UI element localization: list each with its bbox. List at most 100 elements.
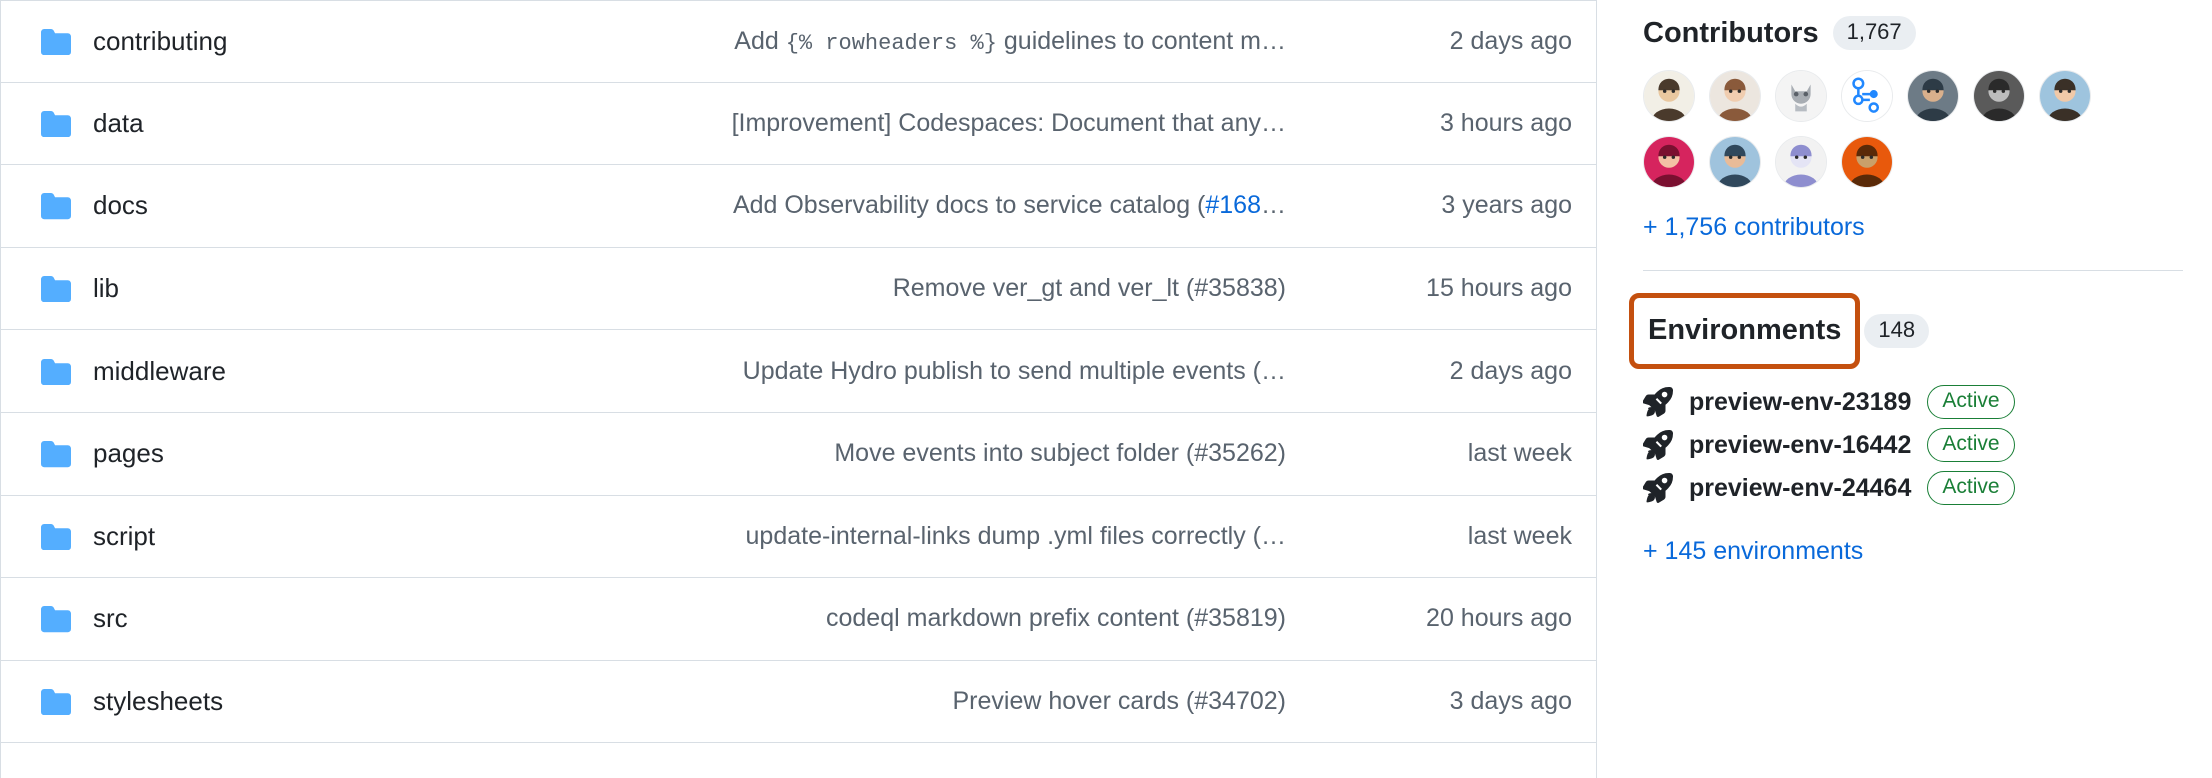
environment-name-link[interactable]: preview-env-24464 [1689, 474, 1911, 503]
file-row[interactable]: src codeql markdown prefix content (#3581… [1, 578, 1596, 661]
commit-message-link[interactable]: Update Hydro publish to send multiple ev… [743, 356, 1286, 387]
commit-time: 3 days ago [1449, 687, 1572, 716]
file-row[interactable]: docs Add Observability docs to service ca… [1, 165, 1596, 248]
file-name-cell: src [1, 603, 461, 634]
contributor-avatar-grid [1643, 70, 2093, 189]
file-name-cell: middleware [1, 356, 461, 387]
file-name-link[interactable]: script [93, 521, 155, 552]
commit-message-code: {% rowheaders %} [785, 30, 997, 56]
file-name-link[interactable]: docs [93, 190, 148, 221]
file-name-cell: docs [1, 190, 461, 221]
contributor-avatar[interactable] [1709, 70, 1761, 123]
file-row[interactable]: middleware Update Hydro publish to send m… [1, 330, 1596, 413]
folder-icon [41, 110, 71, 138]
file-name-link[interactable]: data [93, 108, 144, 139]
contributors-title[interactable]: Contributors [1643, 17, 1819, 50]
commit-message-cell: Preview hover cards (#34702) [461, 686, 1322, 717]
file-row[interactable]: data [Improvement] Codespaces: Document t… [1, 82, 1596, 166]
commit-message-cell: Update Hydro publish to send multiple ev… [461, 356, 1322, 387]
environments-count-badge: 148 [1864, 313, 1930, 349]
file-name-cell: lib [1, 273, 461, 304]
folder-icon [41, 28, 71, 56]
environment-row[interactable]: preview-env-24464 Active [1642, 467, 2212, 510]
commit-message-link[interactable]: [Improvement] Codespaces: Document that … [732, 108, 1286, 139]
environments-title[interactable]: Environments [1648, 314, 1841, 347]
folder-icon [41, 193, 71, 220]
environment-name-link[interactable]: preview-env-23189 [1689, 388, 1911, 417]
contributor-avatar[interactable] [1907, 70, 1959, 123]
commit-message-cell: Add {% rowheaders %} guidelines to conte… [461, 26, 1322, 58]
commit-time: 3 years ago [1441, 191, 1572, 220]
more-environments-link[interactable]: + 145 environments [1643, 536, 2212, 566]
contributor-avatar[interactable] [1841, 136, 1893, 189]
environments-title-highlight: Environments [1629, 293, 1861, 369]
file-list-table: contributing Add {% rowheaders %} guideli… [0, 0, 1597, 778]
commit-time: last week [1467, 439, 1572, 468]
commit-message-link[interactable]: Add {% rowheaders %} guidelines to conte… [734, 26, 1286, 58]
environment-status-badge: Active [1927, 428, 2015, 463]
file-name-cell: stylesheets [1, 686, 461, 717]
file-row[interactable]: lib Remove ver_gt and ver_lt (#35838) 15 h… [1, 247, 1596, 331]
commit-message-link[interactable]: Move events into subject folder (#35262) [834, 438, 1286, 469]
commit-message-cell: [Improvement] Codespaces: Document that … [461, 108, 1322, 139]
environments-heading: Environments 148 [1629, 293, 2212, 369]
commit-time: 20 hours ago [1426, 604, 1572, 633]
file-name-cell: data [1, 108, 461, 139]
sidebar-divider [1643, 270, 2183, 272]
folder-icon [41, 606, 71, 633]
file-row[interactable]: stylesheets Preview hover cards (#34702) 3… [1, 660, 1596, 744]
repo-sidebar: Contributors 1,767 + 1,756 contributors … [1597, 0, 2212, 778]
commit-message-link[interactable]: Preview hover cards (#34702) [953, 686, 1287, 717]
commit-time: 15 hours ago [1426, 274, 1572, 303]
folder-icon [41, 689, 71, 716]
file-name-link[interactable]: pages [93, 438, 164, 469]
file-name-link[interactable]: stylesheets [93, 686, 223, 717]
commit-message-cell: Add Observability docs to service catalo… [461, 190, 1322, 221]
file-name-link[interactable]: src [93, 603, 128, 634]
pr-reference-link[interactable]: #168 [1205, 191, 1261, 219]
file-name-cell: contributing [1, 26, 461, 57]
contributors-count-badge: 1,767 [1832, 16, 1916, 51]
commit-message-cell: Remove ver_gt and ver_lt (#35838) [461, 273, 1322, 304]
rocket-icon [1642, 430, 1673, 461]
file-name-link[interactable]: contributing [93, 26, 227, 57]
commit-message-link[interactable]: Remove ver_gt and ver_lt (#35838) [893, 273, 1286, 304]
repo-files-page: contributing Add {% rowheaders %} guideli… [0, 0, 2212, 778]
file-name-cell: script [1, 521, 461, 552]
environment-status-badge: Active [1927, 471, 2015, 506]
contributors-heading: Contributors 1,767 [1643, 16, 2212, 51]
commit-message-link[interactable]: update-internal-links dump .yml files co… [746, 521, 1286, 552]
environment-name-link[interactable]: preview-env-16442 [1689, 431, 1911, 460]
rocket-icon [1642, 387, 1673, 418]
contributors-section: Contributors 1,767 + 1,756 contributors [1643, 16, 2212, 242]
folder-icon [41, 523, 71, 551]
contributor-avatar[interactable] [1643, 70, 1695, 123]
commit-time: 3 hours ago [1439, 108, 1572, 137]
commit-message-cell: update-internal-links dump .yml files co… [461, 521, 1322, 552]
file-name-cell: pages [1, 438, 461, 469]
environment-row[interactable]: preview-env-23189 Active [1642, 381, 2212, 424]
contributor-avatar[interactable] [1709, 136, 1761, 189]
commit-message-link[interactable]: Add Observability docs to service catalo… [733, 190, 1286, 221]
environments-list: preview-env-23189 Active preview-env-16442… [1642, 381, 2212, 510]
environments-section: Environments 148 preview-env-23189 Active… [1629, 293, 2212, 566]
commit-time: last week [1467, 521, 1572, 550]
environment-row[interactable]: preview-env-16442 Active [1642, 424, 2212, 467]
file-row[interactable]: pages Move events into subject folder (#3… [1, 412, 1596, 496]
contributor-avatar[interactable] [1643, 136, 1695, 189]
contributor-avatar[interactable] [1775, 70, 1827, 123]
commit-time: 2 days ago [1449, 356, 1572, 385]
commit-message-link[interactable]: codeql markdown prefix content (#35819) [826, 603, 1286, 634]
folder-icon [41, 276, 71, 303]
file-name-link[interactable]: lib [93, 273, 119, 304]
commit-message-cell: codeql markdown prefix content (#35819) [461, 603, 1322, 634]
contributor-avatar[interactable] [2039, 70, 2091, 123]
file-row[interactable]: contributing Add {% rowheaders %} guideli… [1, 0, 1596, 83]
file-name-link[interactable]: middleware [93, 356, 226, 387]
contributor-avatar[interactable] [1841, 70, 1893, 123]
contributor-avatar[interactable] [1775, 136, 1827, 189]
rocket-icon [1642, 473, 1673, 504]
file-row[interactable]: script update-internal-links dump .yml fi… [1, 495, 1596, 579]
more-contributors-link[interactable]: + 1,756 contributors [1643, 212, 2212, 242]
contributor-avatar[interactable] [1973, 70, 2025, 123]
